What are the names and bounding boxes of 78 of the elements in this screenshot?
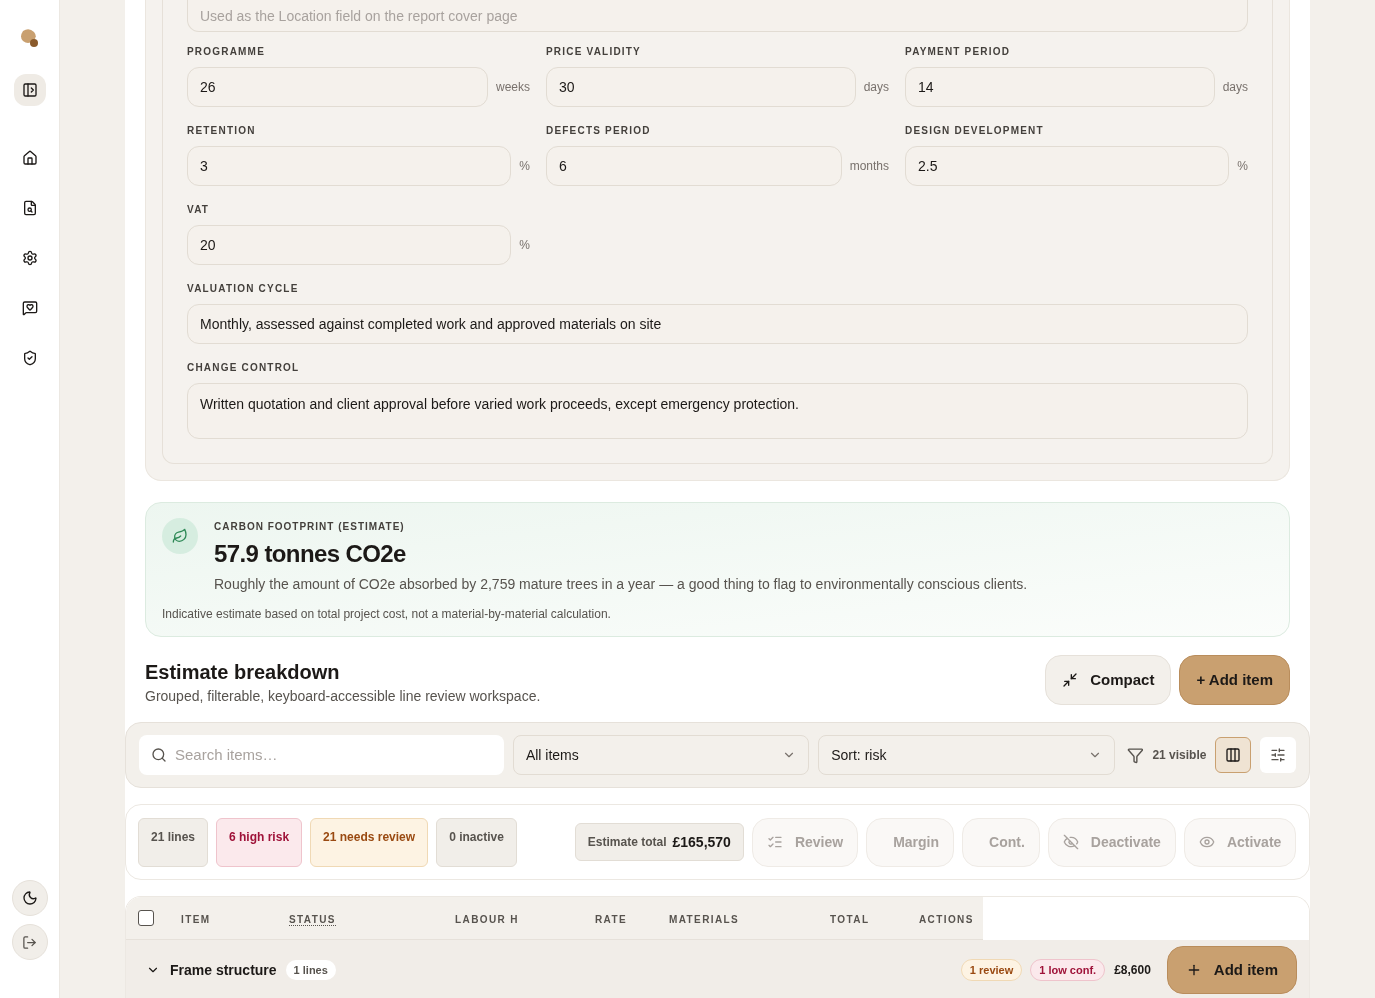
field-label: VALUATION CYCLE [187,282,300,296]
group-name: Frame structure [170,961,277,980]
input-field[interactable]: 26 [187,67,488,107]
input-field[interactable]: 14 [905,67,1215,107]
group-total: £8,600 [1114,962,1151,978]
chat-heart-icon[interactable] [21,300,38,316]
sort-select[interactable]: Sort: risk [818,735,1115,775]
moon-icon [21,890,38,906]
columns-icon [1225,747,1242,763]
unit-label: % [519,158,530,174]
carbon-description: Roughly the amount of CO2e absorbed by 2,759 mature trees in a year — a good thing to flag to environmentally conscious clients. [214,575,1028,594]
input-field[interactable]: 2.5 [905,146,1230,186]
compact-button[interactable]: Compact [1045,655,1172,705]
filter-select[interactable]: All items [512,735,810,775]
shield-check-icon[interactable] [21,350,38,366]
input-field[interactable]: 3 [187,146,512,186]
total-label: Estimate total [587,834,667,850]
eye-icon [1198,834,1215,850]
status-badge: 1 low conf. [1030,958,1106,982]
leaf-icon [162,518,198,554]
section-title: Estimate breakdown [145,660,341,685]
column-header: STATUS [289,914,336,926]
stat-chip: 21 needs review [310,817,429,867]
logout-icon [22,934,37,950]
logout-button[interactable] [11,924,48,960]
input-field[interactable]: 6 [546,146,842,186]
input-field[interactable]: 30 [546,67,856,107]
unit-label: months [849,158,889,174]
select-all-checkbox[interactable] [138,910,154,926]
unit-label: days [1222,79,1248,95]
line-count: 1 lines [285,959,336,981]
sliders-icon [1270,747,1287,763]
input-field[interactable]: Monthly, assessed against completed work and approved materials on site [187,304,1248,344]
unit-label: % [519,237,530,253]
field-label: DESIGN DEVELOPMENT [905,124,1045,138]
field-label: VAT [187,203,211,217]
carbon-value: 57.9 tonnes CO2e [214,539,407,569]
dark-mode-button[interactable] [11,880,48,916]
status-badge: 1 review [960,958,1023,982]
section-subtitle: Grouped, filterable, keyboard-accessible line review workspace. [145,687,541,706]
field-label: RETENTION [187,124,257,138]
unit-label: days [863,79,889,95]
carbon-note: Indicative estimate based on total project cost, not a material-by-material calculation. [162,606,612,622]
sidebar-toggle-button[interactable] [13,74,46,106]
collapse-icon [1062,672,1079,688]
stat-chip: 6 high risk [216,817,303,867]
unit-label: weeks [496,79,530,95]
sliders-button[interactable] [1260,737,1296,773]
column-header: LABOUR H [455,914,519,925]
stat-chip: 0 inactive [436,817,517,867]
field-label: DEFECTS PERIOD [546,124,652,138]
column-header: MATERIALS [669,914,740,925]
column-header: ACTIONS [919,914,974,925]
column-header: ITEM [181,914,211,925]
sidebar-panel-icon [21,82,38,98]
columns-button[interactable] [1215,737,1252,773]
document-search-icon[interactable] [21,200,38,216]
text-area[interactable]: Written quotation and client approval before varied work proceeds, except emergency protection. [187,383,1248,439]
add-item-button[interactable]: Add item [1166,946,1297,994]
unit-label: % [1237,158,1248,174]
card-heading: CARBON FOOTPRINT (ESTIMATE) [214,520,406,534]
filter-icon [1126,746,1144,764]
column-header: RATE [595,914,628,925]
input-field[interactable]: 20 [187,225,512,265]
stat-chip: 21 lines [138,817,209,867]
settings-icon[interactable] [21,250,38,266]
field-label: PROGRAMME [187,45,267,59]
column-header: TOTAL [830,914,870,925]
field-label: PAYMENT PERIOD [905,45,1012,59]
home-icon[interactable] [21,150,38,166]
checklist-icon [766,834,783,850]
field-label: PRICE VALIDITY [546,45,642,59]
total-value: £165,570 [672,833,731,852]
field-label: CHANGE CONTROL [187,361,301,375]
search-icon [151,747,167,763]
eye-off-icon [1062,834,1079,850]
visible-count: 21 visible [1152,747,1207,763]
add-item-button[interactable]: + Add item [1179,655,1290,705]
